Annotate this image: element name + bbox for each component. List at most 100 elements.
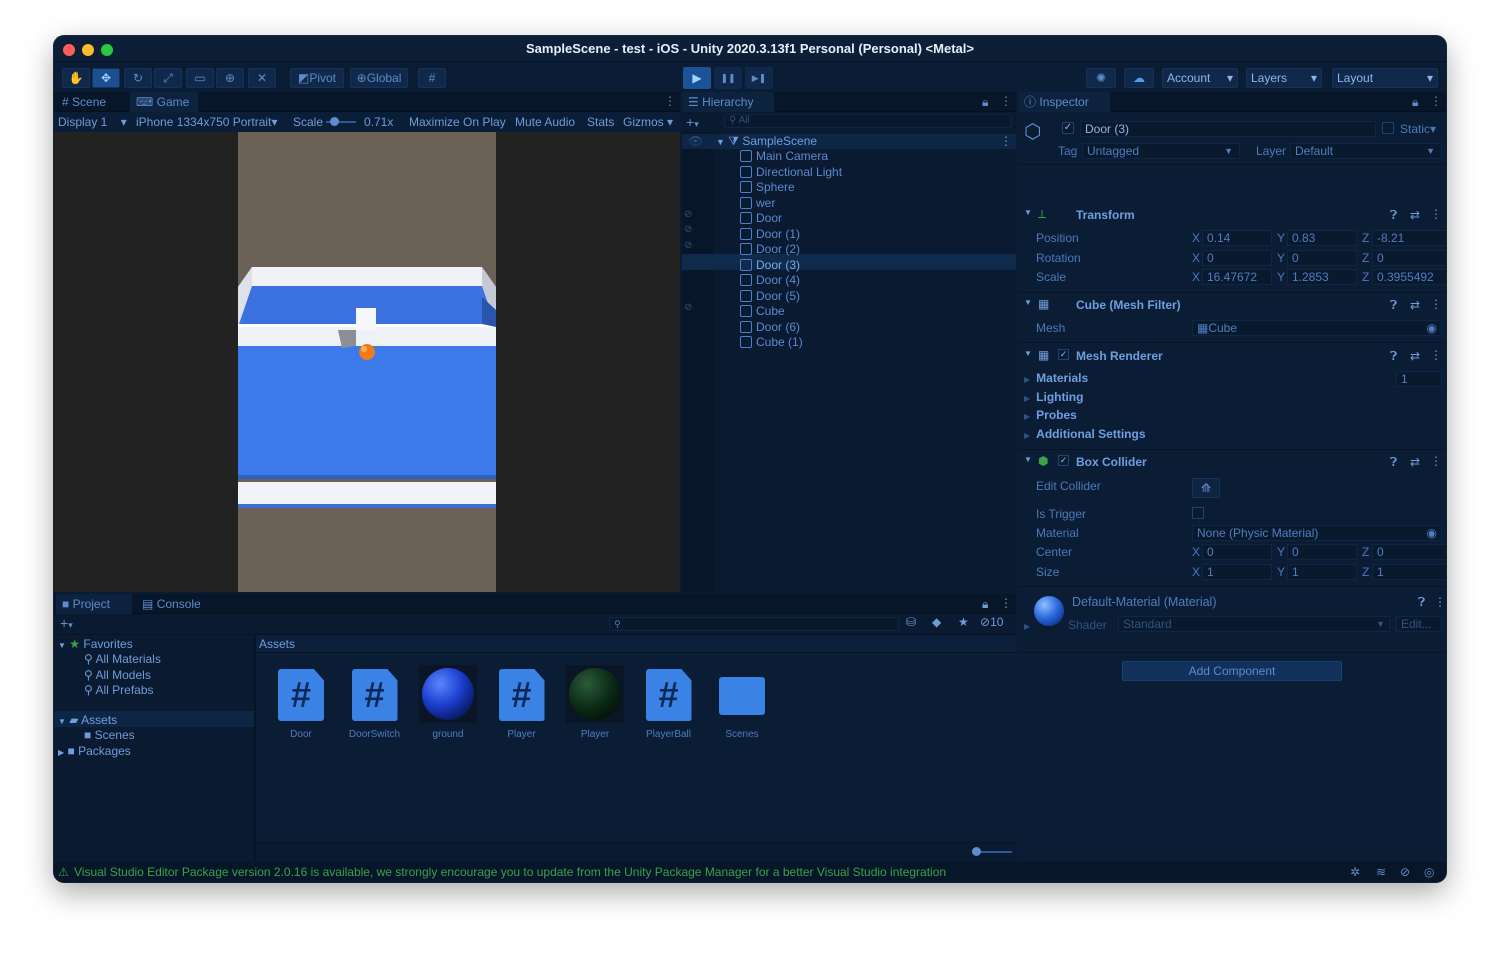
- help-icon[interactable]: ❓︎: [1390, 455, 1397, 470]
- asset-item[interactable]: ground: [413, 665, 483, 745]
- bug-icon[interactable]: ✲: [1350, 862, 1360, 882]
- lock-icon[interactable]: 🔒︎: [982, 95, 988, 110]
- more-icon[interactable]: ⋮: [664, 94, 676, 108]
- renderer-section-0[interactable]: ▶ Materials: [1024, 371, 1088, 385]
- help-icon[interactable]: ❓︎: [1418, 595, 1425, 610]
- more-icon[interactable]: ⋮: [1430, 94, 1442, 108]
- hierarchy-item[interactable]: Door (1): [740, 227, 1010, 243]
- packages-folder[interactable]: ▶ ■ Packages: [58, 744, 131, 760]
- help-icon[interactable]: ❓︎: [1390, 349, 1397, 364]
- center-z-field[interactable]: 0: [1372, 544, 1446, 560]
- more-icon[interactable]: ⋮: [1000, 134, 1012, 150]
- favorites-item[interactable]: ⚲ All Materials: [84, 652, 254, 668]
- filter-by-type-icon[interactable]: ⛁: [906, 615, 916, 629]
- asset-item[interactable]: # DoorSwitch: [340, 665, 410, 745]
- display-dropdown[interactable]: Display 1 ▾: [58, 115, 127, 129]
- tag-dropdown[interactable]: Untagged ▼: [1082, 143, 1240, 159]
- rotation-z-field[interactable]: 0: [1372, 249, 1446, 266]
- renderer-section-1[interactable]: ▶ Lighting: [1024, 390, 1083, 404]
- size-x-field[interactable]: 1: [1202, 563, 1272, 580]
- hierarchy-item[interactable]: Cube (1): [740, 335, 1010, 351]
- global-toggle[interactable]: ⊕Global: [350, 68, 408, 88]
- project-search-input[interactable]: ⚲: [609, 617, 899, 631]
- filter-by-label-icon[interactable]: ◆: [932, 615, 941, 629]
- custom-tool-icon[interactable]: ✕: [248, 68, 276, 88]
- step-button[interactable]: ▶❚: [745, 67, 773, 89]
- rotation-y-field[interactable]: 0: [1287, 249, 1357, 266]
- preset-icon[interactable]: ⇄: [1410, 298, 1420, 312]
- hierarchy-item[interactable]: Door (3): [740, 258, 1010, 274]
- materials-count[interactable]: 1: [1396, 371, 1442, 387]
- is-trigger-checkbox[interactable]: [1192, 507, 1204, 519]
- hierarchy-item[interactable]: Door (6): [740, 320, 1010, 336]
- renderer-section-2[interactable]: ▶ Probes: [1024, 408, 1077, 422]
- edit-collider-button[interactable]: ⟰: [1192, 478, 1220, 498]
- preset-icon[interactable]: ⇄: [1410, 208, 1420, 222]
- scale-y-field[interactable]: 1.2853: [1287, 269, 1357, 285]
- position-z-field[interactable]: -8.21: [1372, 230, 1446, 246]
- game-viewport[interactable]: [54, 132, 680, 592]
- icon-size-slider-thumb[interactable]: [972, 847, 981, 856]
- asset-item[interactable]: Scenes: [707, 665, 777, 745]
- mute-audio-toggle[interactable]: Mute Audio: [515, 115, 575, 129]
- hidden-eye-icon[interactable]: ⊘: [684, 207, 692, 223]
- hierarchy-search-input[interactable]: ⚲ All: [724, 114, 1012, 128]
- asset-item[interactable]: # Door: [266, 665, 336, 745]
- status-check-icon[interactable]: ◎: [1424, 862, 1434, 882]
- hidden-eye-icon[interactable]: ⊘: [684, 300, 692, 316]
- layout-dropdown[interactable]: Layout ▾: [1332, 68, 1438, 88]
- rotation-x-field[interactable]: 0: [1202, 249, 1272, 266]
- static-dropdown[interactable]: Static▾: [1400, 122, 1436, 136]
- transform-tool-icon[interactable]: ⊕: [216, 68, 244, 88]
- asset-item[interactable]: Player: [560, 665, 630, 745]
- more-icon[interactable]: ⋮: [1430, 297, 1442, 311]
- box-collider-header[interactable]: ▼ ⬢ ✓ Box Collider ❓︎ ⇄ ⋮: [1018, 452, 1446, 474]
- scale-slider-thumb[interactable]: [330, 117, 339, 126]
- scale-tool-icon[interactable]: ⤢: [154, 68, 182, 88]
- more-icon[interactable]: ⋮: [1434, 595, 1446, 609]
- progress-icon[interactable]: ≋: [1376, 862, 1386, 882]
- pause-button[interactable]: ❚❚: [714, 67, 742, 89]
- mesh-filter-header[interactable]: ▼ ▦ Cube (Mesh Filter) ❓︎ ⇄ ⋮: [1018, 295, 1446, 317]
- transform-header[interactable]: ▼ ⟂ Transform ❓︎ ⇄ ⋮: [1018, 205, 1446, 227]
- asset-item[interactable]: # Player: [487, 665, 557, 745]
- gizmos-dropdown[interactable]: Gizmos ▾: [623, 115, 673, 129]
- scale-z-field[interactable]: 0.3955492: [1372, 269, 1446, 285]
- favorite-star-icon[interactable]: ★: [958, 615, 969, 629]
- grid-snap-icon[interactable]: #: [418, 68, 446, 88]
- shader-dropdown[interactable]: Standard ▼: [1118, 616, 1390, 632]
- account-dropdown[interactable]: Account ▾: [1162, 68, 1238, 88]
- box-collider-checkbox[interactable]: ✓: [1058, 455, 1069, 466]
- maximize-on-play-toggle[interactable]: Maximize On Play: [409, 115, 506, 129]
- scenes-folder[interactable]: ■ Scenes: [84, 728, 135, 744]
- hidden-eye-icon[interactable]: ⊘: [684, 222, 692, 238]
- more-icon[interactable]: ⋮: [1000, 596, 1012, 610]
- center-y-field[interactable]: 0: [1287, 544, 1357, 560]
- cloud-icon[interactable]: ☁: [1124, 68, 1154, 88]
- favorites-item[interactable]: ⚲ All Models: [84, 668, 254, 684]
- rotate-tool-icon[interactable]: ↻: [124, 68, 152, 88]
- more-icon[interactable]: ⋮: [1430, 454, 1442, 468]
- lock-icon[interactable]: 🔒︎: [1412, 95, 1418, 110]
- pivot-toggle[interactable]: ◩Pivot: [290, 68, 344, 88]
- assets-folder[interactable]: ▼ ▰ Assets: [58, 713, 117, 729]
- preset-icon[interactable]: ⇄: [1410, 349, 1420, 363]
- static-checkbox[interactable]: [1382, 122, 1394, 134]
- more-icon[interactable]: ⋮: [1430, 348, 1442, 362]
- collider-material-field[interactable]: None (Physic Material) ◉: [1192, 525, 1442, 541]
- hierarchy-item[interactable]: Door (4): [740, 273, 1010, 289]
- play-button[interactable]: ▶: [683, 67, 711, 89]
- hierarchy-item[interactable]: wer: [740, 196, 1010, 212]
- hidden-packages-toggle[interactable]: ⊘10: [980, 615, 1003, 629]
- hidden-eye-icon[interactable]: ⊘: [684, 238, 692, 254]
- lock-icon[interactable]: 🔒︎: [982, 597, 988, 612]
- scale-x-field[interactable]: 16.47672: [1202, 269, 1272, 285]
- mesh-renderer-checkbox[interactable]: ✓: [1058, 349, 1069, 360]
- add-object-button[interactable]: +▾: [686, 114, 699, 130]
- object-picker-icon[interactable]: ◉: [1427, 321, 1437, 335]
- layers-dropdown[interactable]: Layers ▾: [1246, 68, 1322, 88]
- position-x-field[interactable]: 0.14: [1202, 230, 1272, 246]
- hierarchy-item[interactable]: Door (2): [740, 242, 1010, 258]
- favorites-item[interactable]: ⚲ All Prefabs: [84, 683, 254, 699]
- favorites-item[interactable]: ▼ ★ Favorites: [58, 637, 133, 653]
